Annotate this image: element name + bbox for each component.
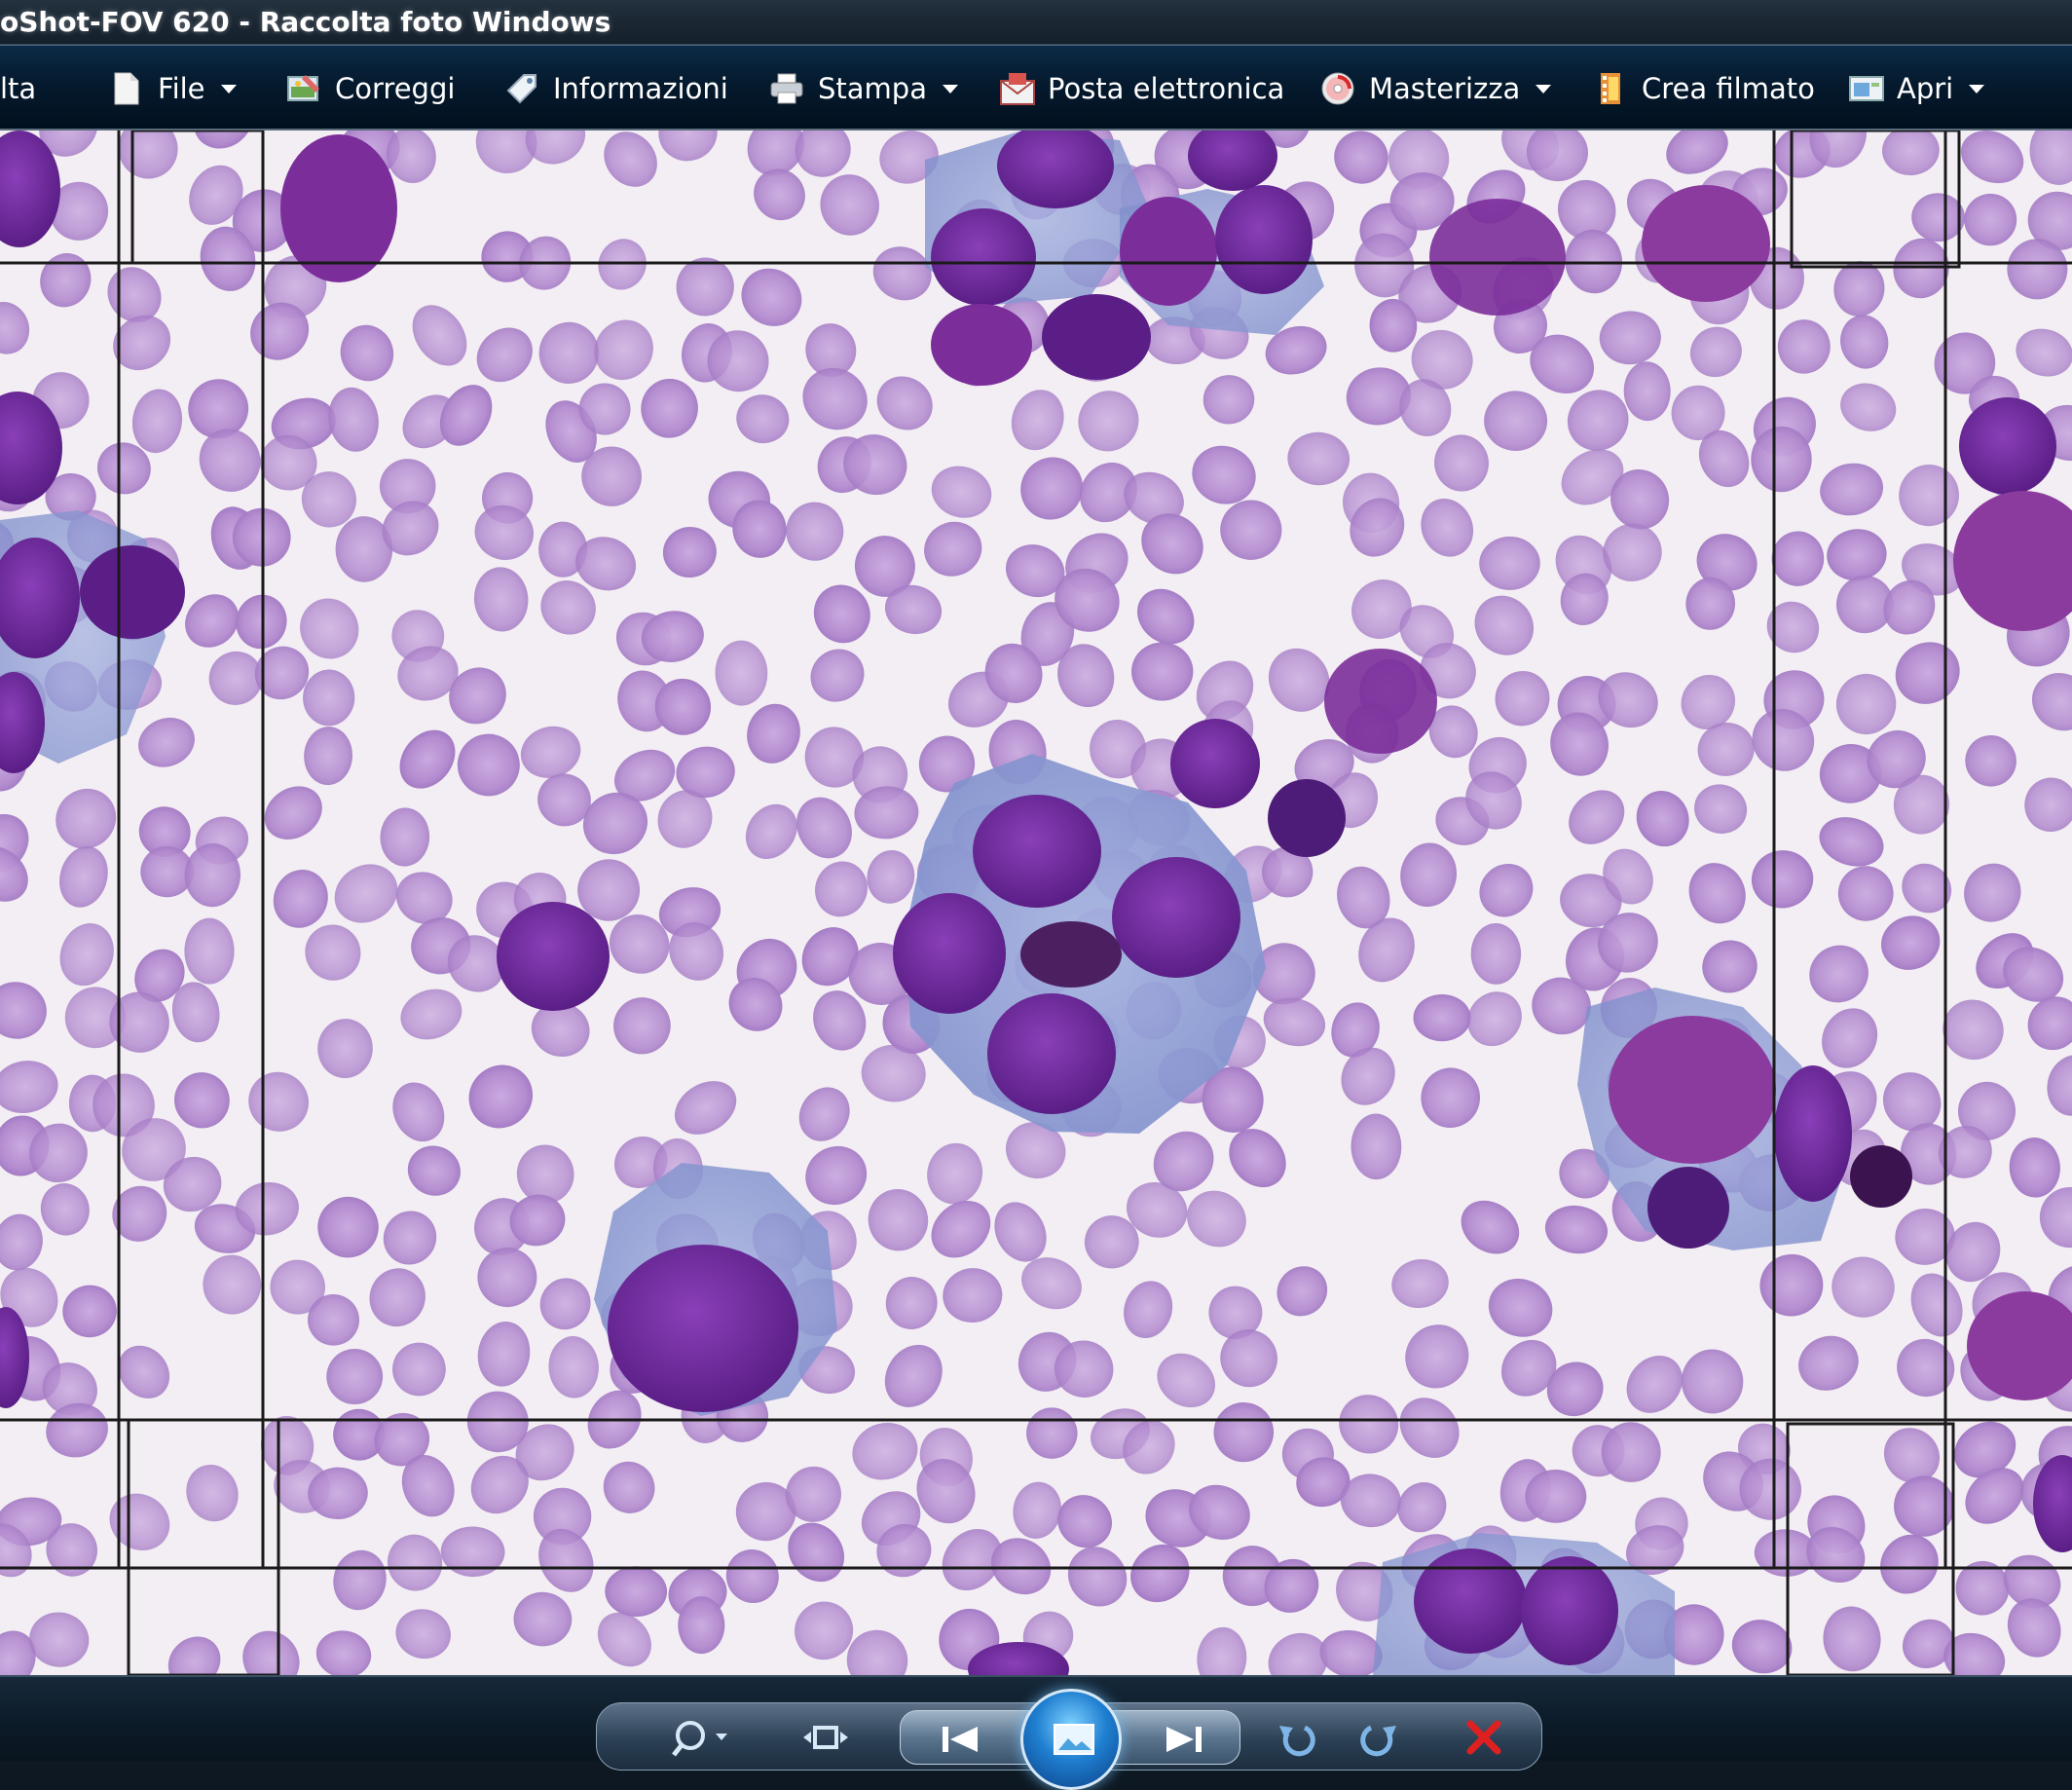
cell-nucleus bbox=[1414, 1548, 1527, 1654]
slideshow-icon bbox=[1053, 1723, 1095, 1764]
cell-nucleus bbox=[1020, 921, 1122, 988]
cell-nucleus bbox=[1642, 185, 1770, 302]
red-blood-cell bbox=[678, 1596, 725, 1655]
cell-nucleus bbox=[280, 134, 397, 282]
film-icon bbox=[1593, 71, 1628, 106]
cell-nucleus bbox=[1959, 397, 2056, 495]
actual-size-icon bbox=[801, 1718, 850, 1761]
cell-nucleus bbox=[973, 795, 1101, 908]
file-menu-label: File bbox=[158, 72, 205, 105]
cell-nucleus bbox=[1324, 649, 1437, 754]
cell-nucleus bbox=[1521, 1556, 1618, 1665]
delete-icon bbox=[1464, 1718, 1503, 1761]
cell-nucleus bbox=[1215, 185, 1313, 294]
cell-nucleus bbox=[1609, 1016, 1776, 1164]
actual-size-button[interactable] bbox=[798, 1718, 853, 1761]
cell-nucleus bbox=[1112, 857, 1240, 978]
print-label: Stampa bbox=[818, 72, 927, 105]
cell-nucleus bbox=[987, 993, 1116, 1114]
cell-nucleus bbox=[1429, 199, 1566, 316]
printer-icon bbox=[769, 71, 804, 106]
print-menu-button[interactable]: Stampa bbox=[769, 67, 958, 110]
info-button[interactable]: Informazioni bbox=[504, 67, 728, 110]
open-menu-button[interactable]: Apri bbox=[1848, 67, 1985, 110]
email-icon bbox=[999, 71, 1035, 106]
rotate-right-button[interactable] bbox=[1353, 1716, 1404, 1763]
burn-disc-icon bbox=[1320, 71, 1355, 106]
cell-nucleus bbox=[1774, 1065, 1852, 1202]
rotate-left-button[interactable] bbox=[1272, 1716, 1322, 1763]
red-blood-cell bbox=[184, 917, 235, 985]
photo-viewer[interactable] bbox=[0, 131, 2072, 1675]
cell-nucleus bbox=[1268, 779, 1346, 857]
cell-nucleus bbox=[1170, 719, 1260, 808]
cell-nucleus bbox=[1042, 294, 1151, 380]
email-label: Posta elettronica bbox=[1048, 72, 1285, 105]
window-title: oShot-FOV 620 - Raccolta foto Windows bbox=[0, 6, 611, 38]
slideshow-button[interactable] bbox=[1020, 1689, 1122, 1790]
navigation-controls-bar bbox=[0, 1675, 2072, 1790]
make-movie-button[interactable]: Crea filmato bbox=[1593, 67, 1815, 110]
fix-icon bbox=[286, 71, 321, 106]
rotate-right-icon bbox=[1357, 1716, 1400, 1763]
chevron-down-icon bbox=[220, 84, 237, 93]
zoom-button[interactable] bbox=[658, 1716, 744, 1763]
red-blood-cell bbox=[1413, 993, 1471, 1042]
fix-button[interactable]: Correggi bbox=[286, 67, 455, 110]
toolbar-item-partial[interactable]: lta bbox=[0, 67, 36, 110]
red-blood-cell bbox=[326, 1349, 384, 1404]
cell-nucleus bbox=[608, 1245, 798, 1412]
file-icon bbox=[109, 71, 144, 106]
previous-icon bbox=[937, 1723, 983, 1760]
cell-nucleus bbox=[80, 545, 185, 639]
fix-label: Correggi bbox=[335, 72, 456, 105]
cell-nucleus bbox=[1647, 1167, 1729, 1249]
chevron-down-icon bbox=[942, 84, 958, 93]
title-bar: oShot-FOV 620 - Raccolta foto Windows bbox=[0, 0, 2072, 45]
file-menu-button[interactable]: File bbox=[109, 67, 237, 110]
burn-menu-button[interactable]: Masterizza bbox=[1320, 67, 1552, 110]
next-button[interactable] bbox=[1155, 1722, 1213, 1761]
zoom-icon bbox=[671, 1716, 731, 1763]
make-movie-label: Crea filmato bbox=[1642, 72, 1815, 105]
email-button[interactable]: Posta elettronica bbox=[999, 67, 1284, 110]
info-tag-icon bbox=[504, 71, 539, 106]
delete-button[interactable] bbox=[1461, 1716, 1507, 1763]
toolbar-item-label: lta bbox=[0, 72, 37, 105]
cell-nucleus bbox=[931, 304, 1032, 386]
cell-nucleus bbox=[497, 902, 610, 1011]
next-icon bbox=[1161, 1723, 1207, 1760]
open-label: Apri bbox=[1897, 72, 1954, 105]
micrograph-image bbox=[0, 131, 2072, 1675]
red-blood-cell bbox=[1130, 642, 1194, 701]
cell-nucleus bbox=[931, 208, 1036, 306]
open-icon bbox=[1848, 71, 1884, 106]
cell-nucleus bbox=[1850, 1145, 1912, 1208]
chevron-down-icon bbox=[1536, 84, 1552, 93]
cell-nucleus bbox=[1120, 197, 1217, 306]
command-toolbar: lta File Correggi Informazioni Stampa Po… bbox=[0, 45, 2072, 131]
cell-nucleus bbox=[893, 893, 1006, 1014]
chevron-down-icon bbox=[1969, 84, 1985, 93]
burn-label: Masterizza bbox=[1369, 72, 1521, 105]
info-label: Informazioni bbox=[553, 72, 728, 105]
previous-button[interactable] bbox=[931, 1722, 989, 1761]
rotate-left-icon bbox=[1276, 1716, 1318, 1763]
